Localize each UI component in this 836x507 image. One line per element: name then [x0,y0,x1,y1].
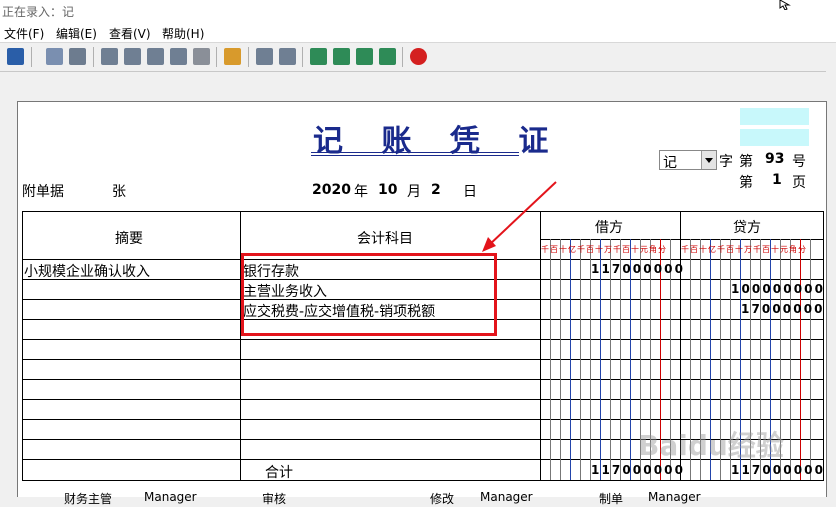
chart-icon[interactable] [279,48,296,65]
day-label: 日 [463,184,477,200]
red-arrow-icon [482,181,557,252]
maker-value: Manager [648,490,701,504]
folder-icon[interactable] [193,48,210,65]
voucher-type-select[interactable]: 记 [659,150,717,171]
signature-bar: 财务主管 Manager 审核 修改 Manager 制单 Manager [18,488,826,506]
add-icon[interactable] [101,48,118,65]
header-credit: 贷方 [733,220,761,236]
window-title-bar: 正在录入：记 [0,0,836,22]
di-label: 第 [739,154,753,170]
last-icon[interactable] [379,48,396,65]
prev-icon[interactable] [333,48,350,65]
cyan-field-2[interactable] [740,129,809,146]
window-title: 正在录入：记 [2,5,75,19]
header-debit: 借方 [595,220,623,236]
di-label-2: 第 [739,175,753,191]
close-icon[interactable] [410,48,427,65]
user-icon[interactable] [224,48,241,65]
credit-units: 千百十亿千百十万千百十元角分 [681,245,807,254]
menu-file[interactable]: 文件(F) [4,25,44,42]
header-summary: 摘要 [115,231,143,247]
attach-label: 附单据 [22,184,64,200]
right-scrollbar[interactable] [826,70,836,496]
maker-label: 制单 [599,492,624,506]
month-value[interactable]: 10 [378,182,397,198]
save-icon[interactable] [7,48,24,65]
menu-help[interactable]: 帮助(H) [162,25,204,42]
bookkeep-label: 修改 [430,492,455,506]
voucher-type-value: 记 [663,155,677,171]
next-icon[interactable] [356,48,373,65]
total-label: 合计 [265,465,293,481]
menu-edit[interactable]: 编辑(E) [56,25,97,42]
row1-summary[interactable]: 小规模企业确认收入 [24,261,150,281]
voucher-number[interactable]: 93 [765,151,784,167]
copy-icon[interactable] [124,48,141,65]
print-icon[interactable] [69,48,86,65]
zi-label: 字 [719,154,733,170]
chevron-down-icon[interactable] [701,151,716,169]
voucher-icon[interactable] [170,48,187,65]
watermark: Baidu经验 [638,429,784,462]
total-credit: 117000000 [731,463,826,477]
row2-credit[interactable]: 100000000 [731,282,825,296]
ye-label: 页 [792,175,806,191]
day-value[interactable]: 2 [431,182,441,198]
hao-label: 号 [792,154,806,170]
supervisor-label: 财务主管 [64,492,113,506]
cyan-field-1[interactable] [740,108,809,125]
month-label: 月 [407,184,421,200]
form-icon[interactable] [46,48,63,65]
header-account: 会计科目 [357,231,413,247]
menu-bar: 文件(F) 编辑(E) 查看(V) 帮助(H) [0,22,836,42]
bookkeep-value: Manager [480,490,533,504]
total-debit: 117000000 [591,463,686,477]
year-label: 年 [354,184,368,200]
attach-count[interactable]: 张 [112,181,126,201]
highlight-box [241,253,497,336]
row3-credit[interactable]: 17000000 [741,302,825,316]
supervisor-value: Manager [144,490,197,504]
voucher-paper: 记 账 凭 证 记 字 第 93 号 第 1 页 附单据 张 2020 年 10… [17,101,827,506]
mouse-cursor-icon [779,0,791,10]
toolbar [0,42,836,72]
book-icon[interactable] [147,48,164,65]
audit-label: 审核 [262,492,287,506]
row1-debit[interactable]: 117000000 [591,262,685,276]
voucher-title: 记 账 凭 证 [313,124,563,159]
page-number: 1 [772,172,782,188]
menu-view[interactable]: 查看(V) [109,25,151,42]
calculator-icon[interactable] [256,48,273,65]
first-icon[interactable] [310,48,327,65]
year-value[interactable]: 2020 [312,182,351,198]
